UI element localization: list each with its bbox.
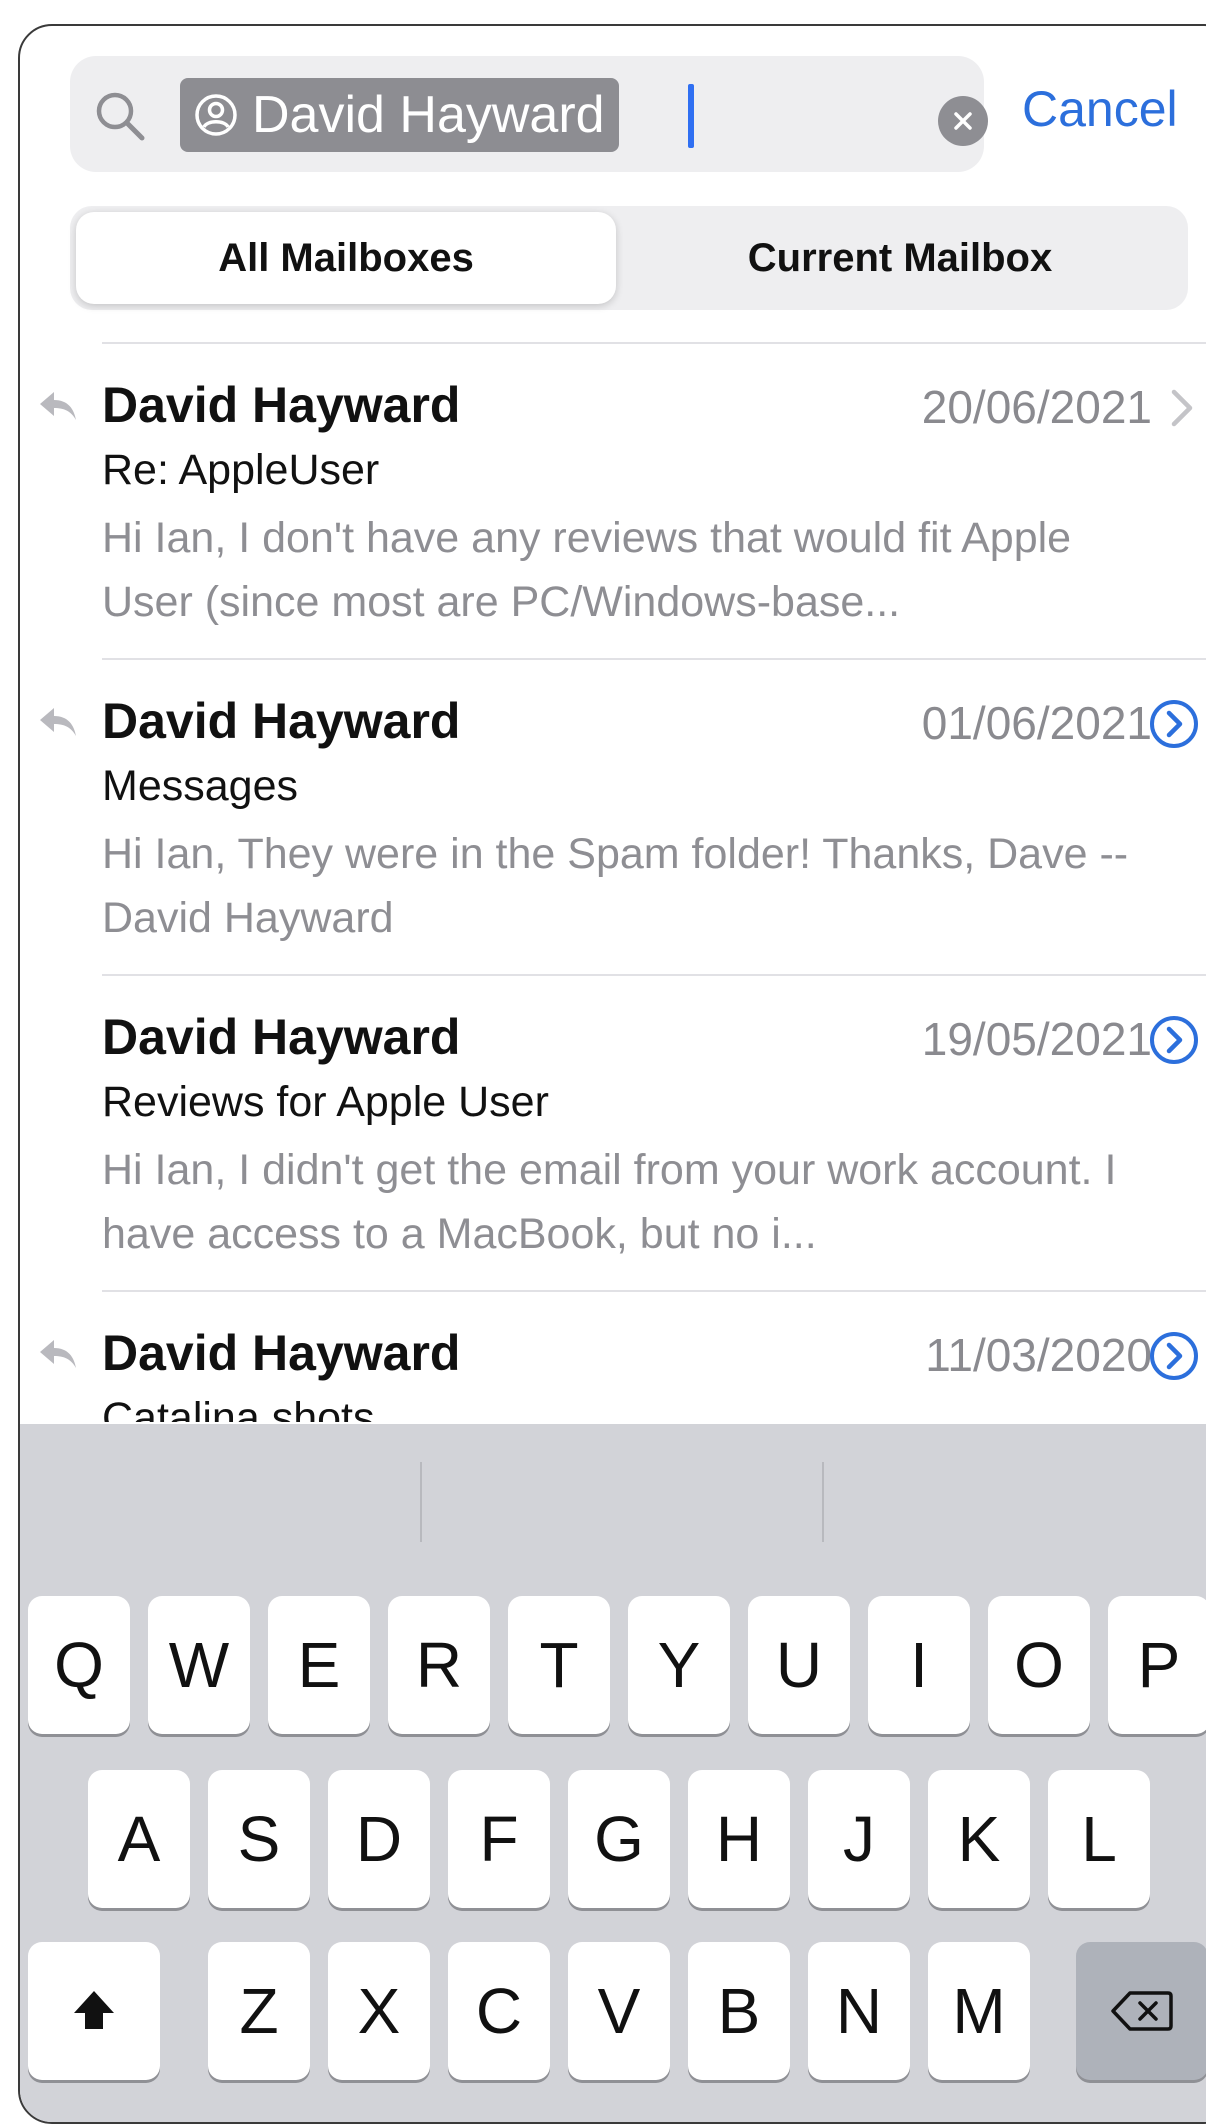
key-o[interactable]: O <box>988 1596 1090 1734</box>
message-preview: Hi Ian, I don't have any reviews that wo… <box>102 514 1072 626</box>
close-icon <box>954 112 972 130</box>
predictive-bar-divider <box>822 1462 824 1542</box>
key-x[interactable]: X <box>328 1942 430 2080</box>
message-preview: Hi Ian, I didn't get the email from your… <box>102 1146 1117 1258</box>
key-v[interactable]: V <box>568 1942 670 2080</box>
message-sender: David Hayward <box>102 1009 461 1065</box>
thread-chevron-circle-icon[interactable] <box>1148 1330 1200 1382</box>
key-j[interactable]: J <box>808 1770 910 1908</box>
message-date: 01/06/2021 <box>921 697 1152 749</box>
key-n[interactable]: N <box>808 1942 910 2080</box>
cancel-button[interactable]: Cancel <box>1022 80 1178 138</box>
key-p[interactable]: P <box>1108 1596 1206 1734</box>
message-row[interactable]: David Hayward 01/06/2021 Messages Hi Ian… <box>20 658 1206 974</box>
key-g[interactable]: G <box>568 1770 670 1908</box>
key-y[interactable]: Y <box>628 1596 730 1734</box>
row-divider <box>102 1290 1206 1292</box>
search-token[interactable]: David Hayward <box>180 78 619 152</box>
key-u[interactable]: U <box>748 1596 850 1734</box>
key-q[interactable]: Q <box>28 1596 130 1734</box>
replied-icon <box>40 708 76 736</box>
delete-key[interactable] <box>1076 1942 1206 2080</box>
shift-arrow-icon <box>74 1991 114 2029</box>
key-r[interactable]: R <box>388 1596 490 1734</box>
search-field[interactable]: David Hayward <box>70 56 988 172</box>
text-cursor <box>688 84 694 148</box>
clear-search-button[interactable] <box>938 96 988 146</box>
message-date: 20/06/2021 <box>921 381 1152 433</box>
key-d[interactable]: D <box>328 1770 430 1908</box>
message-subject: Re: AppleUser <box>102 446 380 494</box>
backspace-icon <box>1111 1991 1173 2031</box>
key-c[interactable]: C <box>448 1942 550 2080</box>
keyboard: Q W E R T Y U I O P A S D F G H J K L Z … <box>20 1424 1206 2122</box>
message-sender: David Hayward <box>102 377 461 433</box>
row-divider <box>102 658 1206 660</box>
message-sender: David Hayward <box>102 1325 461 1381</box>
message-date: 11/03/2020 <box>925 1329 1152 1381</box>
key-l[interactable]: L <box>1048 1770 1150 1908</box>
key-a[interactable]: A <box>88 1770 190 1908</box>
thread-chevron-circle-icon[interactable] <box>1148 698 1200 750</box>
key-z[interactable]: Z <box>208 1942 310 2080</box>
search-token-label: David Hayward <box>252 86 605 144</box>
predictive-bar-divider <box>420 1462 422 1542</box>
search-icon <box>96 92 145 141</box>
key-f[interactable]: F <box>448 1770 550 1908</box>
key-e[interactable]: E <box>268 1596 370 1734</box>
key-t[interactable]: T <box>508 1596 610 1734</box>
message-subject: Catalina shots <box>102 1394 375 1422</box>
message-preview: Hi Ian, They were in the Spam folder! Th… <box>102 830 1129 942</box>
mailbox-scope-control: All Mailboxes Current Mailbox <box>70 206 1188 310</box>
message-row[interactable]: David Hayward 20/06/2021 Re: AppleUser H… <box>20 342 1206 658</box>
message-date: 19/05/2021 <box>921 1013 1152 1065</box>
scope-current-mailbox[interactable]: Current Mailbox <box>630 212 1170 304</box>
key-b[interactable]: B <box>688 1942 790 2080</box>
row-divider <box>102 974 1206 976</box>
message-row[interactable]: David Hayward 19/05/2021 Reviews for App… <box>20 974 1206 1290</box>
key-s[interactable]: S <box>208 1770 310 1908</box>
key-m[interactable]: M <box>928 1942 1030 2080</box>
replied-icon <box>40 392 76 420</box>
key-k[interactable]: K <box>928 1770 1030 1908</box>
key-h[interactable]: H <box>688 1770 790 1908</box>
message-list: David Hayward 20/06/2021 Re: AppleUser H… <box>20 342 1206 1422</box>
chevron-right-icon <box>1171 389 1193 427</box>
message-row[interactable]: David Hayward 11/03/2020 Catalina shots <box>20 1290 1206 1422</box>
message-sender: David Hayward <box>102 693 461 749</box>
message-subject: Messages <box>102 762 298 810</box>
key-w[interactable]: W <box>148 1596 250 1734</box>
key-i[interactable]: I <box>868 1596 970 1734</box>
message-subject: Reviews for Apple User <box>102 1078 549 1126</box>
row-divider <box>102 342 1206 344</box>
person-circle-icon <box>195 94 237 136</box>
shift-key[interactable] <box>28 1942 160 2080</box>
mail-search-screen: David Hayward Cancel All Mailboxes Curre… <box>18 24 1206 2124</box>
replied-icon <box>40 1340 76 1368</box>
thread-chevron-circle-icon[interactable] <box>1148 1014 1200 1066</box>
scope-all-mailboxes[interactable]: All Mailboxes <box>76 212 616 304</box>
